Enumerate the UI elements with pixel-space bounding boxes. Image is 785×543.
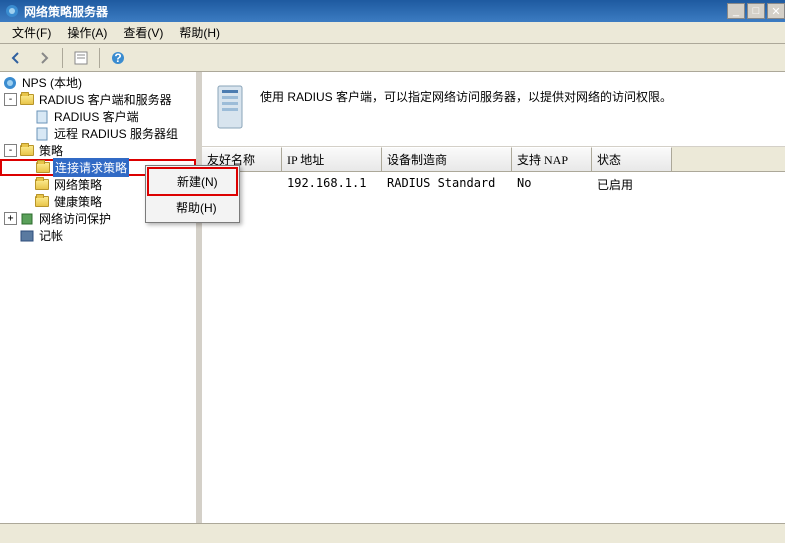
- folder-icon: [35, 161, 51, 175]
- close-button[interactable]: ✕: [767, 3, 785, 19]
- cell-manufacturer: RADIUS Standard: [382, 174, 512, 195]
- col-status[interactable]: 状态: [592, 147, 672, 171]
- nps-icon: [2, 76, 18, 90]
- menu-action[interactable]: 操作(A): [59, 22, 115, 43]
- forward-button[interactable]: [32, 47, 56, 69]
- list-header: 友好名称 IP 地址 设备制造商 支持 NAP 状态: [202, 147, 785, 172]
- menu-file[interactable]: 文件(F): [4, 22, 59, 43]
- content-area: NPS (本地) - RADIUS 客户端和服务器 RADIUS 客户端 远程 …: [0, 72, 785, 543]
- folder-icon: [34, 178, 50, 192]
- toolbar: ?: [0, 44, 785, 72]
- tree-label: 远程 RADIUS 服务器组: [52, 124, 180, 143]
- menu-bar: 文件(F) 操作(A) 查看(V) 帮助(H): [0, 22, 785, 44]
- collapse-icon[interactable]: -: [4, 144, 17, 157]
- tree-root[interactable]: NPS (本地): [0, 74, 196, 91]
- separator-icon: [62, 48, 63, 68]
- expand-icon[interactable]: +: [4, 212, 17, 225]
- nap-icon: [19, 212, 35, 226]
- server-large-icon: [212, 84, 250, 130]
- svg-text:?: ?: [114, 51, 121, 65]
- help-button[interactable]: ?: [106, 47, 130, 69]
- description-text: 使用 RADIUS 客户端，可以指定网络访问服务器，以提供对网络的访问权限。: [260, 84, 672, 105]
- separator-icon: [99, 48, 100, 68]
- cell-status: 已启用: [592, 174, 672, 195]
- tree-panel[interactable]: NPS (本地) - RADIUS 客户端和服务器 RADIUS 客户端 远程 …: [0, 72, 198, 543]
- tree-accounting[interactable]: 记帐: [0, 227, 196, 244]
- status-bar: [0, 523, 785, 543]
- description-header: 使用 RADIUS 客户端，可以指定网络访问服务器，以提供对网络的访问权限。: [202, 72, 785, 147]
- col-manufacturer[interactable]: 设备制造商: [382, 147, 512, 171]
- details-panel: 使用 RADIUS 客户端，可以指定网络访问服务器，以提供对网络的访问权限。 友…: [202, 72, 785, 543]
- window-title: 网络策略服务器: [24, 3, 725, 20]
- tree-policies[interactable]: - 策略: [0, 142, 196, 159]
- folder-icon: [34, 195, 50, 209]
- context-menu: 新建(N) 帮助(H): [145, 165, 240, 223]
- menu-help[interactable]: 帮助(H): [171, 22, 228, 43]
- tree-label: 记帐: [37, 226, 65, 245]
- menu-view[interactable]: 查看(V): [115, 22, 171, 43]
- back-button[interactable]: [4, 47, 28, 69]
- tree-radius-clients[interactable]: RADIUS 客户端: [0, 108, 196, 125]
- cell-nap: No: [512, 174, 592, 195]
- app-icon: [4, 3, 20, 19]
- tree-radius-clients-servers[interactable]: - RADIUS 客户端和服务器: [0, 91, 196, 108]
- folder-icon: [19, 144, 35, 158]
- collapse-icon[interactable]: -: [4, 93, 17, 106]
- tree-remote-radius-groups[interactable]: 远程 RADIUS 服务器组: [0, 125, 196, 142]
- list-row[interactable]: vpn 192.168.1.1 RADIUS Standard No 已启用: [202, 172, 785, 197]
- context-help[interactable]: 帮助(H): [148, 195, 237, 220]
- col-nap[interactable]: 支持 NAP: [512, 147, 592, 171]
- window-controls: _ □ ✕: [725, 3, 785, 19]
- title-bar: 网络策略服务器 _ □ ✕: [0, 0, 785, 22]
- minimize-button[interactable]: _: [727, 3, 745, 19]
- context-new[interactable]: 新建(N): [149, 169, 236, 194]
- cell-ip: 192.168.1.1: [282, 174, 382, 195]
- maximize-button[interactable]: □: [747, 3, 765, 19]
- folder-icon: [19, 93, 35, 107]
- properties-button[interactable]: [69, 47, 93, 69]
- server-icon: [34, 127, 50, 141]
- server-icon: [34, 110, 50, 124]
- accounting-icon: [19, 229, 35, 243]
- col-ip[interactable]: IP 地址: [282, 147, 382, 171]
